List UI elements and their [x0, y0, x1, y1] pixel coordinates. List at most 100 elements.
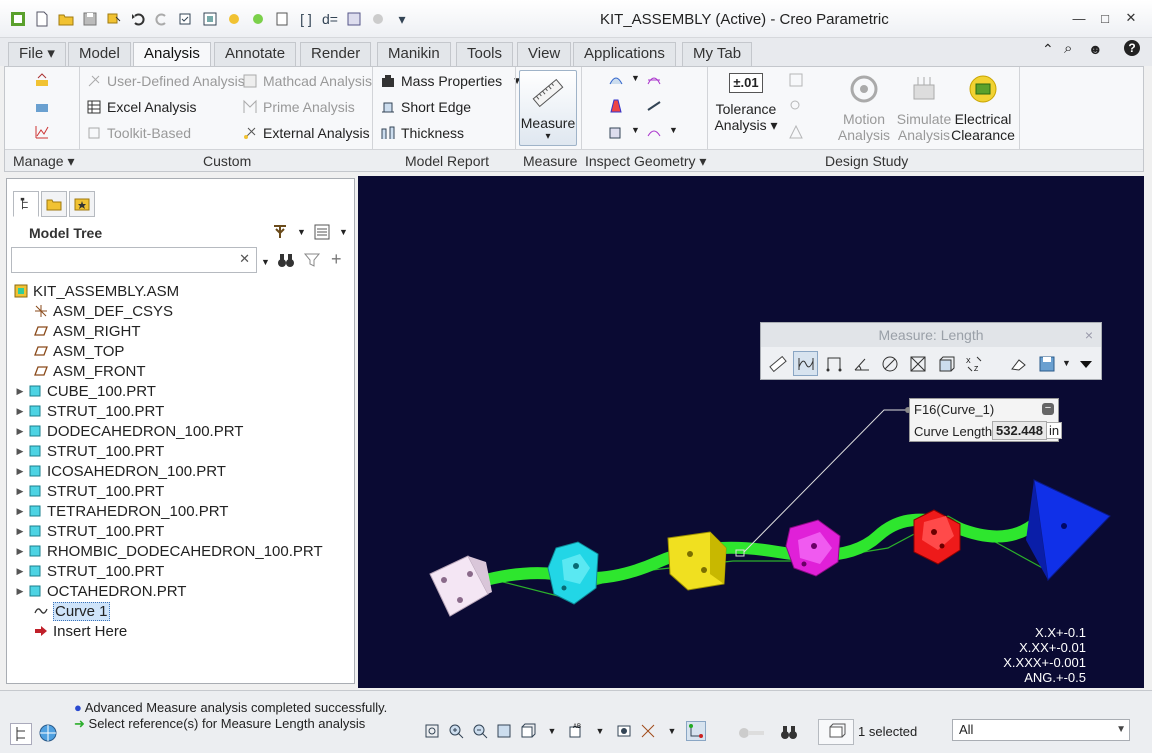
display-style-icon[interactable]: [518, 721, 538, 741]
angle-icon[interactable]: [849, 351, 874, 376]
expand-icon[interactable]: ▶: [13, 506, 27, 517]
show-navigator-icon[interactable]: [10, 723, 32, 745]
user-defined-analysis-button[interactable]: User-Defined Analysis: [85, 70, 245, 92]
community-icon[interactable]: ☻: [1088, 41, 1103, 57]
settings-icon[interactable]: [271, 223, 289, 244]
tree-item-part[interactable]: ▶ STRUT_100.PRT: [13, 521, 349, 541]
draft-icon[interactable]: [607, 97, 625, 115]
area-icon[interactable]: [905, 351, 930, 376]
graph-icon[interactable]: [33, 123, 51, 141]
brackets-icon[interactable]: [ ]: [296, 8, 316, 30]
search-input[interactable]: ✕: [11, 247, 257, 273]
curve-length-unit[interactable]: in: [1046, 422, 1063, 439]
deviation-dropdown-icon[interactable]: ▼: [669, 125, 678, 135]
feasibility-icon[interactable]: [787, 97, 805, 115]
tab-render[interactable]: Render: [300, 42, 372, 66]
expand-icon[interactable]: ▶: [13, 546, 27, 557]
show-icon[interactable]: [313, 223, 331, 244]
saved-analysis-icon[interactable]: [33, 97, 51, 115]
tree-item-part[interactable]: ▶ RHOMBIC_DODECAHEDRON_100.PRT: [13, 541, 349, 561]
save-analysis-icon[interactable]: [1034, 351, 1059, 376]
toggle-switch-icon[interactable]: [738, 727, 766, 739]
zoom-out-icon[interactable]: [470, 721, 490, 741]
tree-item-csys[interactable]: ASM_DEF_CSYS: [13, 301, 349, 321]
expand-icon[interactable]: ▶: [13, 466, 27, 477]
zoom-in-icon[interactable]: [446, 721, 466, 741]
datum-point-icon[interactable]: [224, 8, 244, 30]
tree-item-part[interactable]: ▶ STRUT_100.PRT: [13, 401, 349, 421]
expand-icon[interactable]: ▶: [13, 386, 27, 397]
tab-view[interactable]: View: [517, 42, 572, 66]
dihedral-dropdown-icon[interactable]: ▼: [631, 125, 640, 135]
filter-icon[interactable]: [303, 251, 321, 272]
show-dropdown-icon[interactable]: ▼: [339, 227, 348, 237]
undo-icon[interactable]: [128, 8, 148, 30]
model-tree-tab[interactable]: [13, 191, 39, 217]
dihedral-icon[interactable]: [607, 123, 625, 141]
tab-model[interactable]: Model: [68, 42, 131, 66]
tree-item-part[interactable]: ▶ STRUT_100.PRT: [13, 481, 349, 501]
datum-display-dropdown-icon[interactable]: ▼: [662, 721, 682, 741]
expand-icon[interactable]: ▶: [13, 486, 27, 497]
rhombic-dodecahedron-part[interactable]: [785, 519, 841, 577]
green-dot-icon[interactable]: [248, 8, 268, 30]
parameters-icon[interactable]: [344, 8, 364, 30]
expand-icon[interactable]: ▶: [13, 406, 27, 417]
ruler-icon[interactable]: [765, 351, 790, 376]
tree-item-curve[interactable]: Curve 1: [13, 601, 349, 621]
mathcad-analysis-button[interactable]: Mathcad Analysis: [241, 70, 372, 92]
tree-item-part[interactable]: ▶ TETRAHEDRON_100.PRT: [13, 501, 349, 521]
tetrahedron-part[interactable]: [1026, 479, 1111, 582]
curvature-dropdown-icon[interactable]: ▼: [631, 73, 640, 83]
eraser-icon[interactable]: [1006, 351, 1031, 376]
customize-qat-icon[interactable]: ▾: [392, 8, 412, 30]
expand-icon[interactable]: ▶: [13, 586, 27, 597]
gray-dot-icon[interactable]: [368, 8, 388, 30]
tab-annotate[interactable]: Annotate: [214, 42, 297, 66]
minimize-ribbon-icon[interactable]: ⌃: [1042, 41, 1054, 58]
relations-icon[interactable]: d=: [320, 8, 340, 30]
repaint-icon[interactable]: [494, 721, 514, 741]
browser-icon[interactable]: [38, 723, 60, 745]
thickness-button[interactable]: Thickness: [379, 122, 464, 144]
windows-icon[interactable]: [176, 8, 196, 30]
minimize-button[interactable]: —: [1066, 8, 1092, 28]
favorites-tab[interactable]: [69, 191, 95, 217]
maximize-button[interactable]: □: [1092, 8, 1118, 28]
redo-icon[interactable]: [152, 8, 172, 30]
curvature-icon[interactable]: [607, 71, 625, 89]
saved-orientations-dropdown-icon[interactable]: ▼: [590, 721, 610, 741]
transform-icon[interactable]: XZ: [961, 351, 986, 376]
section-icon[interactable]: [645, 71, 663, 89]
tree-item-datum-plane[interactable]: ASM_RIGHT: [13, 321, 349, 341]
refit-icon[interactable]: [422, 721, 442, 741]
tab-my-tab[interactable]: My Tab: [682, 42, 753, 66]
help-icon[interactable]: ?: [1124, 40, 1140, 56]
tree-item-datum-plane[interactable]: ASM_FRONT: [13, 361, 349, 381]
deviation-icon[interactable]: [645, 123, 663, 141]
clear-search-icon[interactable]: ✕: [239, 251, 250, 267]
analysis-manager-icon[interactable]: [33, 71, 51, 89]
expand-icon[interactable]: ▶: [13, 566, 27, 577]
slope-icon[interactable]: [645, 97, 663, 115]
open-icon[interactable]: [56, 8, 76, 30]
tree-item-part[interactable]: ▶ OCTAHEDRON.PRT: [13, 581, 349, 601]
tab-tools[interactable]: Tools: [456, 42, 514, 66]
chevron-down-icon[interactable]: ▼: [1116, 720, 1126, 740]
selection-filter-select[interactable]: All ▼: [952, 719, 1130, 741]
save-dropdown-icon[interactable]: ▼: [1062, 351, 1071, 376]
datum-display-icon[interactable]: [638, 721, 658, 741]
mass-properties-button[interactable]: Mass Properties ▼: [379, 70, 522, 92]
manage-group-label[interactable]: Manage ▾: [13, 153, 75, 170]
cube-part[interactable]: [429, 555, 492, 617]
expand-dialog-icon[interactable]: [1074, 351, 1099, 376]
electrical-clearance-button[interactable]: Electrical Clearance: [951, 73, 1015, 143]
octahedron-part[interactable]: [913, 509, 961, 565]
selection-box-icon[interactable]: [818, 719, 854, 745]
regenerate-icon[interactable]: [104, 8, 124, 30]
spin-center-icon[interactable]: [686, 721, 706, 741]
excel-analysis-button[interactable]: Excel Analysis: [85, 96, 196, 118]
tree-item-insert-here[interactable]: Insert Here: [13, 621, 349, 641]
tree-item-part[interactable]: ▶ DODECAHEDRON_100.PRT: [13, 421, 349, 441]
tab-applications[interactable]: Applications: [573, 42, 676, 66]
